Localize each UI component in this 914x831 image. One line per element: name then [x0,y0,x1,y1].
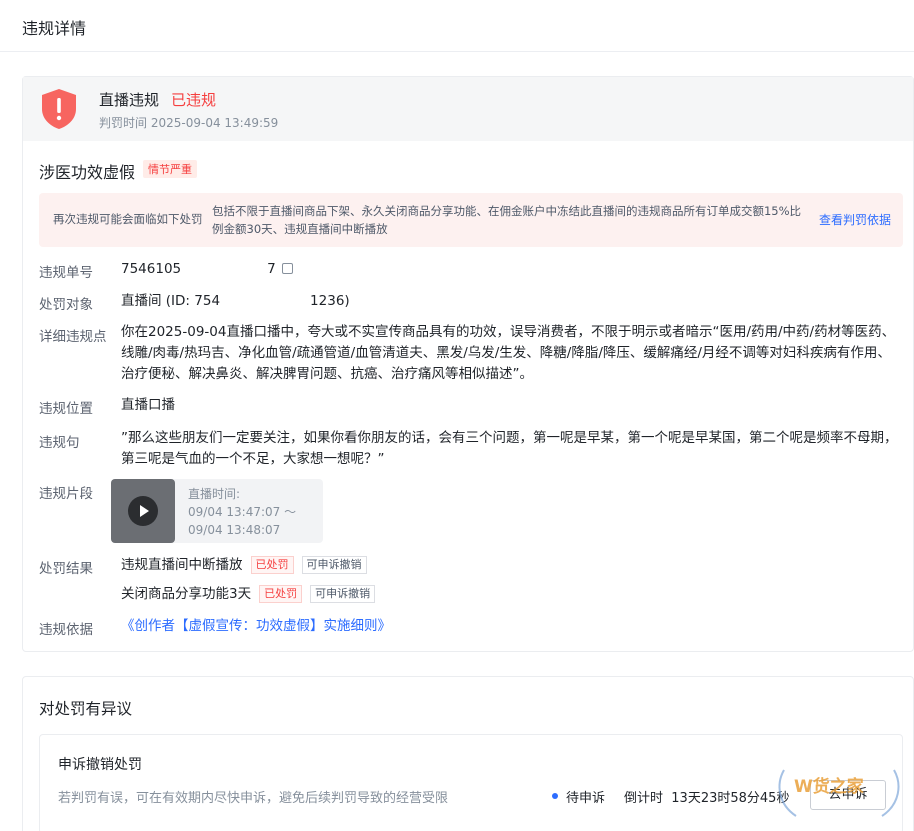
violation-position-value: 直播口播 [121,397,175,413]
penalty-result-text: 违规直播间中断播放 [121,557,243,573]
copy-icon[interactable] [281,263,293,274]
appeal-section-title: 对处罚有异议 [39,700,133,718]
violation-clip-label: 违规片段 [39,486,93,502]
clip-time: 直播时间: 09/04 13:47:07 ～ 09/04 13:48:07 [188,487,297,537]
appeal-title: 申诉撤销处罚 [58,757,142,773]
watermark-logo: W货之家 [774,762,904,824]
violation-sentence-value: ”那么这些朋友们一定要关注，如果你看你朋友的话，会有三个问题，第一呢是早某，第一… [121,430,898,467]
penalty-result-row: 关闭商品分享功能3天 已处罚 可申诉撤销 [121,584,376,605]
page-header: 违规详情 [0,0,914,52]
clip-thumbnail [111,479,175,543]
violation-clip[interactable]: 直播时间: 09/04 13:47:07 ～ 09/04 13:48:07 [111,479,323,543]
violation-sentence-label: 违规句 [39,435,80,451]
appeal-status: 待申诉 [566,791,606,806]
view-basis-link[interactable]: 查看判罚依据 [819,211,891,228]
page-title: 违规详情 [22,19,87,38]
violation-id-value: 7546105 7 [121,259,293,280]
violation-id-label: 违规单号 [39,265,93,281]
penalty-target-value: 直播间 (ID: 754 1236) [121,293,350,309]
detail-point-value: 你在2025-09-04直播口播中，夸大或不实宣传商品具有的功效，误导消费者，不… [121,324,896,382]
violation-basis-label: 违规依据 [39,622,93,638]
detail-point-label: 详细违规点 [39,329,107,345]
violation-status: 已违规 [171,91,217,109]
severity-badge: 情节严重 [143,160,197,178]
warning-text: 包括不限于直播间商品下架、永久关闭商品分享功能、在佣金账户中冻结此直播间的违规商… [212,204,802,236]
violation-summary: 直播违规 已违规 判罚时间 2025-09-04 13:49:59 [23,77,913,141]
appealable-badge: 可申诉撤销 [301,556,367,574]
play-icon[interactable] [128,496,158,526]
status-dot-icon [552,793,558,799]
penalized-badge: 已处罚 [250,556,294,574]
shield-warning-icon [42,89,76,129]
penalty-result-row: 违规直播间中断播放 已处罚 可申诉撤销 [121,555,367,576]
appeal-description: 若判罚有误，可在有效期内尽快申诉，避免后续判罚导致的经营受限 [58,791,449,806]
penalized-badge: 已处罚 [259,585,303,603]
violation-type: 直播违规 [99,91,160,109]
penalty-result-text: 关闭商品分享功能3天 [121,586,252,602]
violation-basis-link[interactable]: 《创作者【虚假宣传：功效虚假】实施细则》 [121,616,391,637]
violation-name: 涉医功效虚假 [39,163,136,182]
appealable-badge: 可申诉撤销 [310,585,376,603]
warning-label: 再次违规可能会面临如下处罚 [53,212,203,226]
violation-card: 直播违规 已违规 判罚时间 2025-09-04 13:49:59 涉医功效虚假… [22,76,914,652]
penalty-target-label: 处罚对象 [39,297,93,313]
penalty-result-label: 处罚结果 [39,561,93,577]
judgement-time: 判罚时间 2025-09-04 13:49:59 [99,116,279,130]
violation-position-label: 违规位置 [39,401,93,417]
warning-box: 再次违规可能会面临如下处罚 包括不限于直播间商品下架、永久关闭商品分享功能、在佣… [39,193,903,247]
appeal-countdown: 倒计时 13天23时58分45秒 [624,791,790,806]
watermark-text: W货之家 [794,777,864,797]
